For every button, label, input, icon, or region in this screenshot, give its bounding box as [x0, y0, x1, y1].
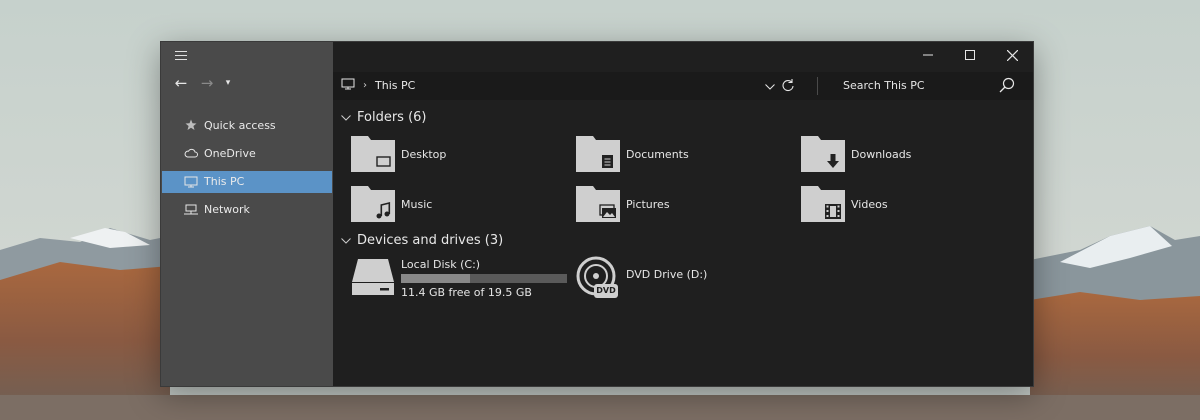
dvd-badge: DVD — [596, 286, 616, 295]
hamburger-menu-icon[interactable] — [175, 51, 187, 61]
chevron-down-icon[interactable] — [341, 110, 351, 125]
folder-label: Downloads — [851, 147, 912, 161]
download-arrow-icon — [801, 136, 845, 172]
folder-tile-desktop[interactable]: Desktop — [351, 136, 446, 172]
nav-item-network[interactable]: Network — [162, 199, 332, 221]
dvd-drive-icon: DVD — [576, 256, 620, 300]
folders-group-header[interactable]: Folders (6) — [341, 110, 427, 125]
back-arrow-icon[interactable]: ← — [171, 74, 191, 92]
nav-list: Quick access OneDrive This PC Network — [162, 114, 332, 227]
network-icon — [184, 203, 198, 217]
search-icon[interactable] — [999, 77, 1015, 96]
forward-arrow-icon[interactable]: → — [197, 74, 217, 92]
breadcrumb-this-pc[interactable]: This PC — [375, 79, 415, 92]
refresh-icon[interactable] — [781, 78, 795, 95]
file-explorer-window: ← → ▾ Quick access OneDrive This PC Netw… — [160, 41, 1034, 387]
computer-icon — [184, 175, 198, 189]
minimize-icon[interactable] — [907, 42, 949, 68]
address-tools — [765, 78, 795, 95]
music-note-icon — [351, 186, 395, 222]
chevron-right-icon[interactable]: › — [363, 80, 367, 91]
folder-label: Music — [401, 197, 433, 211]
drive-tile-dvd[interactable]: DVD DVD Drive (D:) — [576, 256, 707, 300]
drives-group-title: Devices and drives (3) — [357, 233, 504, 248]
drive-label: DVD Drive (D:) — [626, 268, 708, 281]
nav-item-this-pc[interactable]: This PC — [162, 170, 332, 193]
window-controls — [907, 42, 1033, 68]
drives-group-header[interactable]: Devices and drives (3) — [341, 233, 503, 248]
film-icon — [801, 186, 845, 222]
folder-tile-videos[interactable]: Videos — [801, 186, 888, 222]
nav-item-label: OneDrive — [204, 146, 256, 160]
chevron-down-icon[interactable] — [341, 233, 351, 248]
nav-item-label: Quick access — [204, 118, 276, 132]
address-divider — [817, 77, 818, 95]
drive-free-space: 11.4 GB free of 19.5 GB — [401, 286, 532, 299]
pictures-icon — [576, 186, 620, 222]
drive-usage-fill — [401, 274, 470, 283]
hard-drive-icon — [351, 256, 395, 299]
star-icon — [184, 118, 198, 132]
navigation-buttons: ← → ▾ — [171, 74, 233, 92]
search-input[interactable]: Search This PC — [843, 79, 925, 92]
nav-item-label: Network — [204, 203, 250, 217]
content-pane: › This PC Search This PC Folders (6) Des… — [333, 42, 1033, 386]
folder-label: Desktop — [401, 147, 447, 161]
nav-item-label: This PC — [204, 175, 245, 189]
navigation-pane: ← → ▾ Quick access OneDrive This PC Netw… — [161, 42, 333, 386]
close-icon[interactable] — [991, 42, 1033, 68]
cloud-icon — [184, 146, 198, 160]
title-bar — [333, 42, 1033, 68]
drive-tile-local-disk[interactable]: Local Disk (C:) 11.4 GB free of 19.5 GB — [351, 256, 567, 299]
folders-group-title: Folders (6) — [357, 110, 427, 125]
document-icon — [576, 136, 620, 172]
maximize-icon[interactable] — [949, 42, 991, 68]
folder-label: Documents — [626, 147, 689, 161]
drive-label: Local Disk (C:) — [401, 258, 481, 271]
folder-tile-downloads[interactable]: Downloads — [801, 136, 911, 172]
nav-item-onedrive[interactable]: OneDrive — [162, 142, 332, 164]
folder-tile-pictures[interactable]: Pictures — [576, 186, 670, 222]
folder-label: Pictures — [626, 197, 670, 211]
nav-item-quick-access[interactable]: Quick access — [162, 114, 332, 136]
desktop-icon — [351, 136, 395, 172]
drive-usage-bar — [401, 274, 567, 283]
computer-icon — [341, 78, 355, 93]
address-history-chevron-icon[interactable] — [765, 80, 775, 93]
folder-tile-documents[interactable]: Documents — [576, 136, 689, 172]
recent-locations-chevron-icon[interactable]: ▾ — [223, 74, 233, 92]
breadcrumb[interactable]: › This PC — [341, 78, 415, 93]
address-bar: › This PC Search This PC — [333, 72, 1033, 100]
folder-tile-music[interactable]: Music — [351, 186, 432, 222]
folder-label: Videos — [851, 197, 888, 211]
